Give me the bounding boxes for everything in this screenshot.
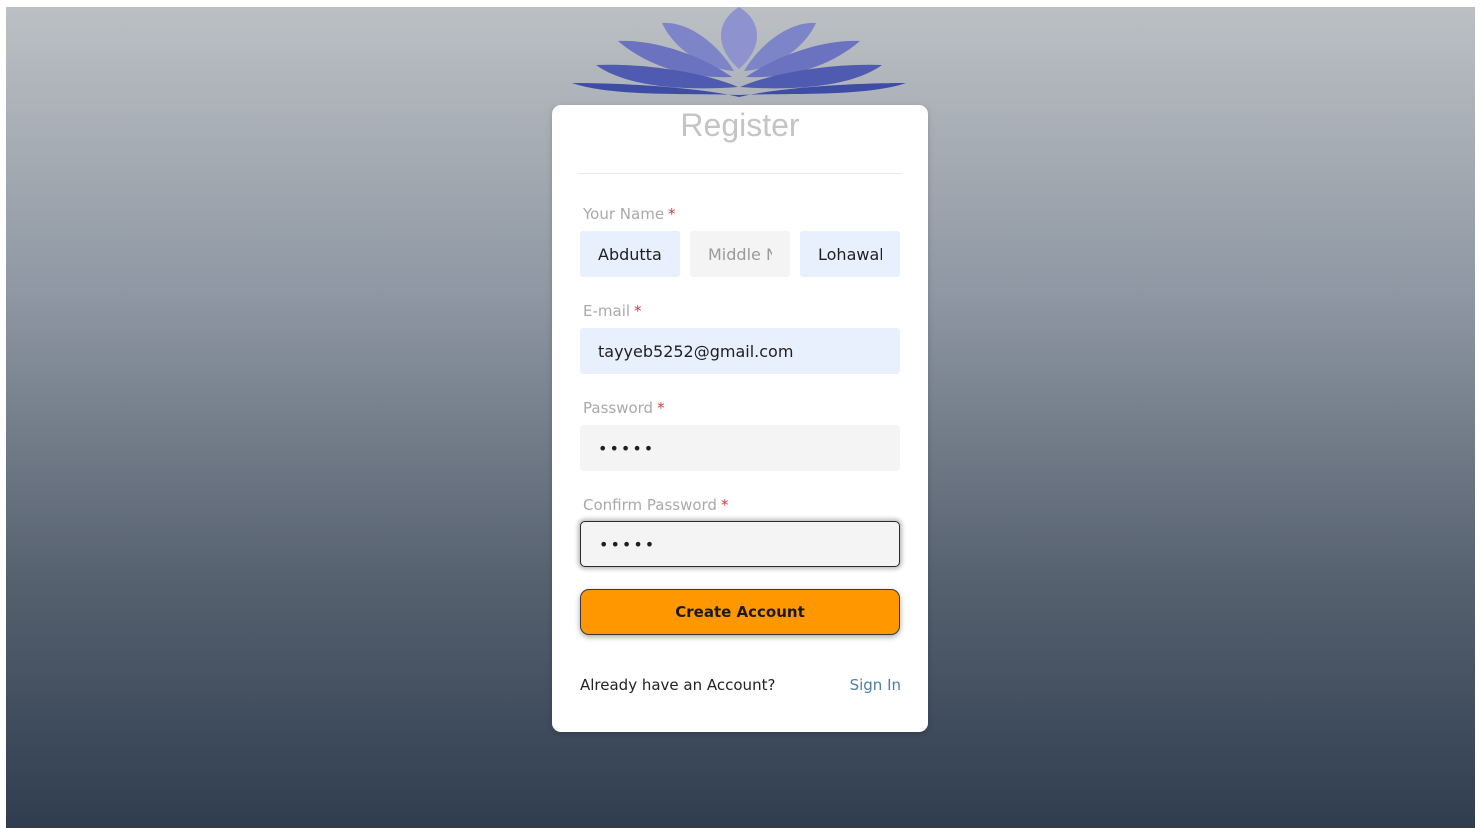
confirm-password-field[interactable] (580, 521, 900, 567)
required-mark: * (634, 302, 642, 320)
confirm-password-label-text: Confirm Password (583, 496, 717, 514)
open-book-lotus-icon (572, 7, 906, 97)
register-card: Register Your Name* E-mail* Password* Co… (552, 105, 928, 732)
email-label: E-mail * (583, 302, 642, 320)
middle-name-input[interactable] (690, 231, 790, 277)
confirm-password-label: Confirm Password * (583, 496, 728, 514)
email-label-text: E-mail (583, 302, 631, 320)
required-mark: * (657, 399, 665, 417)
password-label-text: Password (583, 399, 654, 417)
password-field[interactable] (580, 425, 900, 471)
last-name-input[interactable] (800, 231, 900, 277)
email-field[interactable] (580, 328, 900, 374)
required-mark: * (720, 496, 729, 514)
page-background: Register Your Name* E-mail* Password* Co… (6, 7, 1475, 828)
name-label-text: Your Name (583, 205, 665, 223)
first-name-input[interactable] (580, 231, 680, 277)
password-label: Password * (583, 399, 665, 417)
title-divider (579, 173, 901, 174)
required-mark: * (668, 205, 676, 223)
already-have-account-text: Already have an Account? (580, 676, 776, 694)
sign-in-link[interactable]: Sign In (850, 676, 901, 694)
page-title: Register (680, 107, 800, 143)
create-account-button[interactable]: Create Account (580, 589, 900, 635)
name-label: Your Name * (583, 205, 676, 223)
